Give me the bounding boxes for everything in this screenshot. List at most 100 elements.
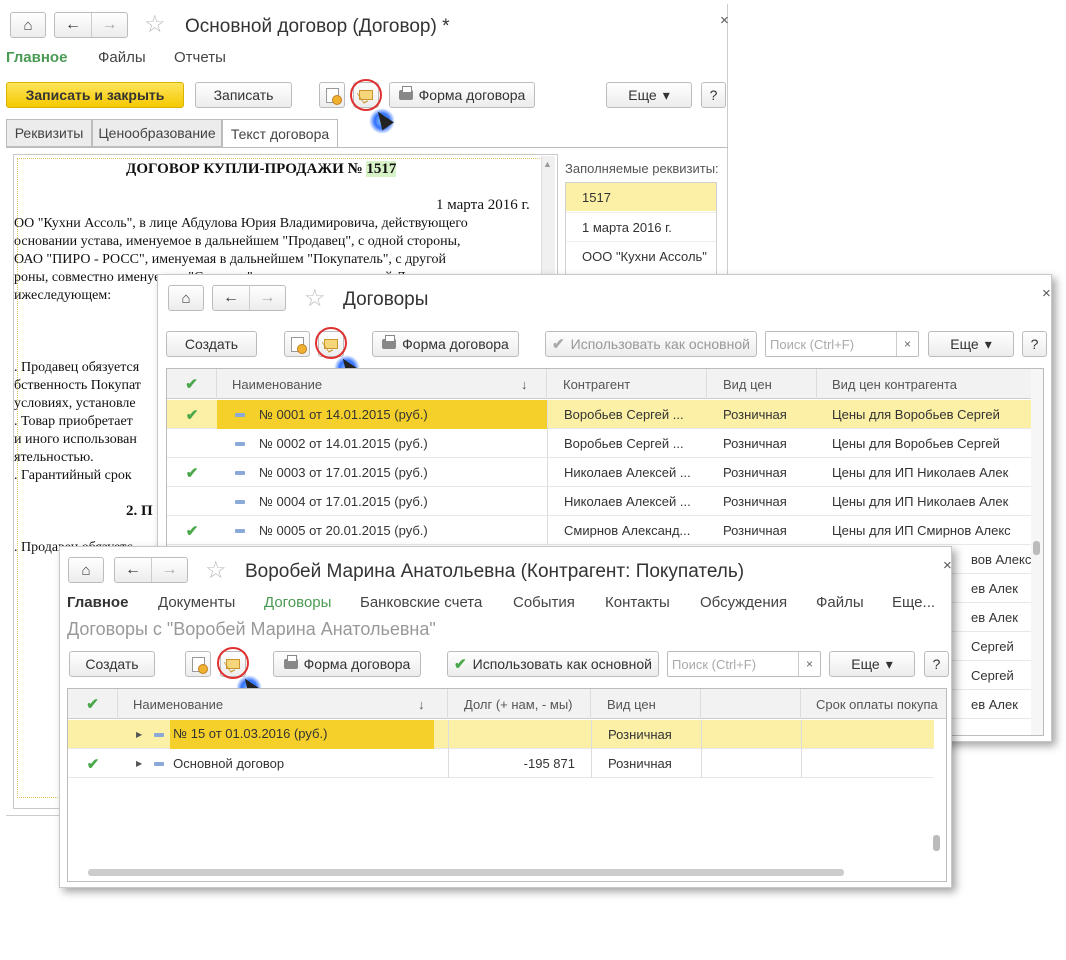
table-scrollbar[interactable]	[1031, 369, 1043, 735]
row-payment-term	[801, 720, 934, 749]
favorite-star-icon[interactable]: ☆	[304, 287, 326, 311]
menu-main[interactable]: Главное	[67, 594, 128, 611]
close-icon[interactable]: ×	[1042, 285, 1051, 302]
menu-more[interactable]: Еще...	[892, 594, 935, 611]
row-check	[167, 487, 217, 516]
header-price-type[interactable]: Вид цен	[591, 689, 701, 719]
more-button[interactable]: Еще ▾	[606, 82, 692, 108]
attach-file-button[interactable]	[319, 82, 345, 108]
contract-form-button[interactable]: Форма договора	[372, 331, 519, 357]
tab-contract-text[interactable]: Текст договора	[222, 119, 338, 148]
menu-discussions[interactable]: Обсуждения	[700, 594, 787, 611]
header-counterparty[interactable]: Контрагент	[547, 369, 707, 399]
expand-triangle-icon[interactable]: ▶	[136, 730, 142, 739]
row-debt	[448, 720, 591, 749]
forward-icon[interactable]: →	[91, 13, 127, 37]
favorite-star-icon[interactable]: ☆	[144, 13, 166, 37]
chevron-down-icon: ▾	[662, 86, 670, 103]
create-button[interactable]: Создать	[69, 651, 155, 677]
back-icon[interactable]: ←	[213, 286, 249, 310]
menu-events[interactable]: События	[513, 594, 575, 611]
sort-arrow-icon: ↓	[521, 376, 528, 392]
help-button[interactable]: ?	[924, 651, 949, 677]
menu-main[interactable]: Главное	[6, 49, 67, 66]
row-cp-price: вов Алекс	[971, 552, 1032, 567]
menu-files[interactable]: Файлы	[98, 49, 146, 66]
header-name[interactable]: Наименование ↓	[217, 369, 547, 399]
row-cp-price: Сергей	[971, 668, 1014, 683]
check-icon: ✔	[86, 696, 99, 713]
header-price-type[interactable]: Вид цен	[707, 369, 817, 399]
search-input[interactable]: Поиск (Ctrl+F) ×	[667, 651, 821, 677]
back-icon[interactable]: ←	[55, 13, 91, 37]
home-button[interactable]: ⌂	[68, 557, 104, 583]
save-close-button[interactable]: Записать и закрыть	[6, 82, 184, 108]
row-counterparty: Воробьев Сергей ...	[547, 429, 707, 458]
use-as-main-label: Использовать как основной	[570, 336, 750, 352]
contract-form-button[interactable]: Форма договора	[273, 651, 421, 677]
create-button[interactable]: Создать	[166, 331, 257, 357]
scroll-thumb[interactable]	[1033, 541, 1040, 555]
back-icon[interactable]: ←	[115, 558, 151, 582]
home-button[interactable]: ⌂	[10, 12, 46, 38]
contract-form-label: Форма договора	[418, 87, 526, 103]
clear-search-icon[interactable]: ×	[798, 652, 820, 676]
table-row[interactable]: ✔ ▶ Основной договор -195 871 Розничная	[68, 749, 934, 778]
row-price-type: Розничная	[723, 407, 787, 422]
close-icon[interactable]: ×	[943, 557, 952, 574]
menu-contracts[interactable]: Договоры	[264, 594, 331, 611]
header-name[interactable]: Наименование ↓	[118, 689, 448, 719]
menu-bank-accounts[interactable]: Банковские счета	[360, 594, 482, 611]
header-cp-price[interactable]: Вид цен контрагента	[817, 369, 1043, 399]
scroll-up-icon[interactable]: ▲	[543, 159, 552, 169]
menu-contacts[interactable]: Контакты	[605, 594, 670, 611]
menu-files[interactable]: Файлы	[816, 594, 864, 611]
forward-icon[interactable]: →	[249, 286, 285, 310]
field-item[interactable]: 1 марта 2016 г.	[566, 212, 716, 240]
row-counterparty: Николаев Алексей ...	[547, 458, 707, 487]
more-button[interactable]: Еще ▾	[928, 331, 1014, 357]
h-scrollbar[interactable]	[88, 869, 844, 876]
table-row[interactable]: № 0002 от 14.01.2015 (руб.) Воробьев Серг…	[167, 429, 1043, 458]
table-row[interactable]: ✔ № 0001 от 14.01.2015 (руб.) Воробьев Сер…	[167, 400, 1043, 429]
table-row[interactable]: ▶ № 15 от 01.03.2016 (руб.) Розничная	[68, 720, 934, 749]
more-button[interactable]: Еще ▾	[829, 651, 915, 677]
favorite-star-icon[interactable]: ☆	[205, 559, 227, 583]
row-check: ✔	[167, 458, 217, 487]
doc-line: ОО "Кухни Ассоль", в лице Абдулова Юрия …	[14, 216, 468, 231]
menu-reports[interactable]: Отчеты	[174, 49, 226, 66]
tab-requisites[interactable]: Реквизиты	[6, 119, 92, 147]
attach-file-button[interactable]	[185, 651, 211, 677]
save-button[interactable]: Записать	[195, 82, 292, 108]
editor-scrollbar[interactable]	[541, 156, 555, 286]
expand-triangle-icon[interactable]: ▶	[136, 759, 142, 768]
contract-item-icon	[235, 412, 245, 417]
table-row[interactable]: ✔ № 0005 от 20.01.2015 (руб.) Смирнов Алек…	[167, 516, 1043, 545]
attach-file-button[interactable]	[284, 331, 310, 357]
header-debt[interactable]: Долг (+ нам, - мы)	[448, 689, 591, 719]
contract-form-button[interactable]: Форма договора	[389, 82, 535, 108]
help-button[interactable]: ?	[1022, 331, 1047, 357]
home-icon: ⌂	[81, 561, 91, 579]
search-input[interactable]: Поиск (Ctrl+F) ×	[765, 331, 919, 357]
forward-icon[interactable]: →	[151, 558, 187, 582]
table-row[interactable]: № 0004 от 17.01.2015 (руб.) Николаев Алек…	[167, 487, 1043, 516]
table-row[interactable]: ✔ № 0003 от 17.01.2015 (руб.) Николаев Але…	[167, 458, 1043, 487]
close-icon[interactable]: ×	[720, 12, 729, 29]
use-as-main-button[interactable]: ✔ Использовать как основной	[545, 331, 757, 357]
home-button[interactable]: ⌂	[168, 285, 204, 311]
clear-search-icon[interactable]: ×	[896, 332, 918, 356]
v-scroll-thumb[interactable]	[933, 835, 940, 851]
history-nav: ← →	[114, 557, 188, 583]
use-as-main-button[interactable]: ✔ Использовать как основной	[447, 651, 659, 677]
row-cp-price: Цены для Воробьев Сергей	[832, 436, 1000, 451]
field-item[interactable]: ООО "Кухни Ассоль"	[566, 241, 716, 269]
tab-pricing[interactable]: Ценообразование	[92, 119, 222, 147]
field-item[interactable]: 1517	[566, 183, 716, 211]
help-button[interactable]: ?	[701, 82, 726, 108]
contract-item-icon	[235, 441, 245, 446]
header-payment-term[interactable]: Срок оплаты покупа	[801, 689, 946, 719]
chevron-down-icon: ▾	[885, 655, 893, 672]
menu-documents[interactable]: Документы	[158, 594, 235, 611]
doc-line: основании устава, именуемое в дальнейшем…	[14, 234, 461, 249]
